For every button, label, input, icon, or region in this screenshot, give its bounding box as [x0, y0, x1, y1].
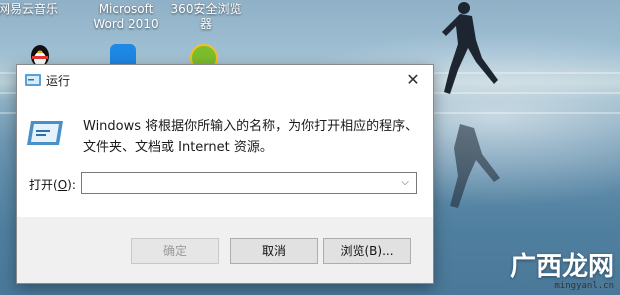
chevron-down-icon[interactable]: ⌵ [398, 175, 412, 191]
dialog-description: Windows 将根据你所输入的名称，为你打开相应的程序、文件夹、文档或 Int… [83, 119, 419, 155]
open-combobox[interactable]: ⌵ [81, 172, 417, 194]
watermark-title: 广西龙网 [509, 252, 614, 282]
watermark-url: mingyanl.cn [554, 281, 614, 291]
desktop-icon-netease-music[interactable]: 网易云音乐 [0, 2, 68, 17]
close-icon: ✕ [406, 70, 420, 89]
ok-button[interactable]: 确定 [131, 238, 219, 264]
run-dialog: 运行 ✕ Windows 将根据你所输入的名称，为你打开相应的程序、文件夹、文档… [16, 64, 434, 284]
open-label-prefix: 打开( [29, 178, 58, 192]
open-label-accesskey: O [57, 178, 68, 192]
desktop-icon-label: Microsoft Word 2010 [93, 2, 159, 31]
desktop-icon-word-2010[interactable]: Microsoft Word 2010 [86, 2, 166, 32]
runner-silhouette [442, 2, 498, 94]
desktop-icon-label: 360安全浏览器 [170, 2, 242, 31]
open-label: 打开(O): [29, 176, 76, 193]
desktop-icon-360-browser[interactable]: 360安全浏览器 [166, 2, 246, 32]
open-input[interactable] [84, 175, 384, 191]
run-app-icon [27, 121, 63, 145]
runner-reflection [450, 124, 500, 208]
dialog-title: 运行 [46, 74, 71, 88]
desktop-icon-label: 网易云音乐 [0, 2, 58, 16]
run-icon [25, 74, 41, 86]
watermark: 广西龙网 mingyanl.cn [510, 253, 614, 291]
open-label-suffix: ): [67, 178, 76, 192]
title-bar[interactable]: 运行 ✕ [17, 65, 433, 95]
browse-button[interactable]: 浏览(B)... [323, 238, 411, 264]
cancel-button[interactable]: 取消 [230, 238, 318, 264]
close-button[interactable]: ✕ [403, 70, 423, 90]
